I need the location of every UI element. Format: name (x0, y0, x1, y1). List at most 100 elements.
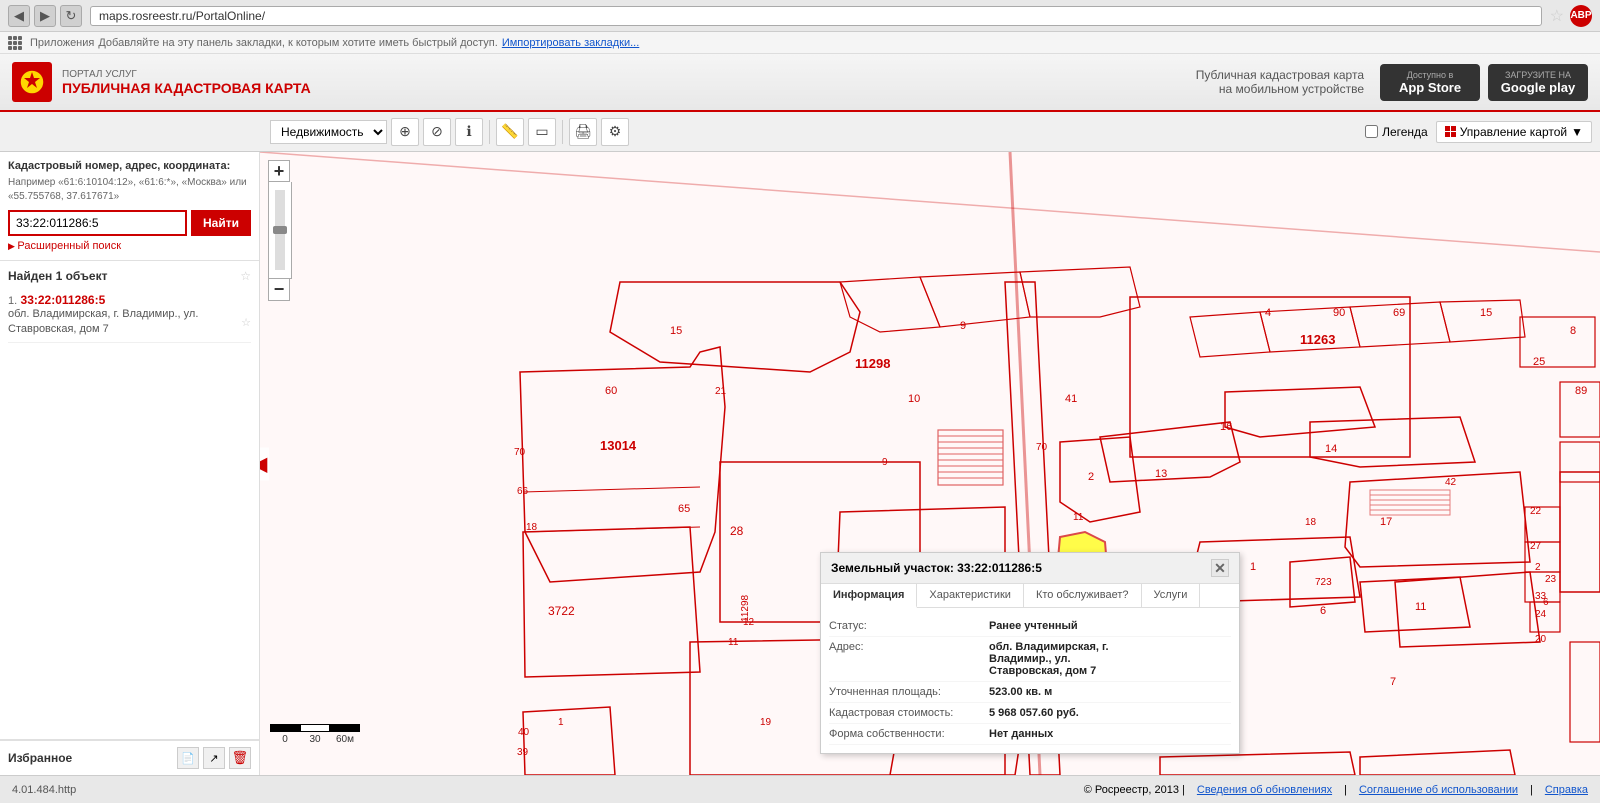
svg-text:9: 9 (882, 457, 888, 468)
status-sep-2: | (1530, 784, 1533, 796)
scale-line (270, 724, 360, 732)
favorites-delete-button[interactable]: 🗑 (229, 747, 251, 769)
result-address: обл. Владимирская, г. Владимир., ул.Став… (8, 307, 198, 338)
toolbar-separator-2 (562, 120, 563, 144)
svg-text:1: 1 (558, 717, 564, 728)
svg-text:15: 15 (670, 325, 682, 337)
browser-actions: ☆ ABP (1550, 5, 1592, 27)
zoom-thumb[interactable] (273, 226, 287, 234)
zoom-controls: + − (268, 160, 292, 301)
popup-close-button[interactable]: ✕ (1211, 559, 1229, 577)
area-button[interactable]: ▭ (528, 118, 556, 146)
ruler-button[interactable]: 📏 (496, 118, 524, 146)
svg-text:2: 2 (1088, 471, 1094, 483)
svg-text:6: 6 (1320, 605, 1326, 617)
popup-tab-services[interactable]: Услуги (1142, 584, 1201, 607)
manage-map-button[interactable]: Управление картой ▼ (1436, 121, 1592, 143)
result-link[interactable]: 33:22:011286:5 (21, 293, 106, 307)
header-right: Публичная кадастровая картана мобильном … (1196, 64, 1588, 101)
info-button[interactable]: ℹ (455, 118, 483, 146)
search-row: Найти (8, 210, 251, 236)
svg-text:10: 10 (908, 393, 920, 405)
manage-chevron-icon: ▼ (1571, 125, 1583, 139)
svg-text:25: 25 (1533, 356, 1545, 368)
favorites-add-button[interactable]: 📄 (177, 747, 199, 769)
advanced-search-link[interactable]: Расширенный поиск (8, 240, 251, 252)
agreement-link[interactable]: Соглашение об использовании (1359, 784, 1518, 796)
svg-text:11298: 11298 (855, 356, 890, 371)
googleplay-badge[interactable]: ЗАГРУЗИТЕ НА Google play (1488, 64, 1588, 101)
toolbar: Недвижимость ⊕ ⊘ ℹ 📏 ▭ 🖨 ⚙ Легенда Управ… (0, 112, 1600, 152)
zoom-track (275, 190, 285, 270)
popup-tab-service[interactable]: Кто обслуживает? (1024, 584, 1142, 607)
version-text: 4.01.484.http (12, 784, 76, 796)
settings-button[interactable]: ⚙ (601, 118, 629, 146)
result-number: 1. (8, 295, 17, 307)
address-bar[interactable] (90, 6, 1542, 26)
updates-link[interactable]: Сведения об обновлениях (1197, 784, 1332, 796)
search-button[interactable]: Найти (191, 210, 251, 236)
measure-button[interactable]: ⊘ (423, 118, 451, 146)
svg-text:11: 11 (1073, 512, 1084, 523)
svg-text:66: 66 (517, 486, 529, 497)
scale-label-60: 60м (330, 734, 360, 745)
appstore-badge[interactable]: Доступно в App Store (1380, 64, 1480, 101)
print-button[interactable]: 🖨 (569, 118, 597, 146)
search-input[interactable] (8, 210, 187, 236)
svg-text:13: 13 (1155, 468, 1167, 480)
svg-text:24: 24 (1535, 609, 1547, 620)
site-subtitle: ПОРТАЛ УСЛУГ (62, 69, 311, 80)
info-value-ownership: Нет данных (989, 728, 1053, 740)
favorites-export-button[interactable]: ↗ (203, 747, 225, 769)
bookmark-icon[interactable]: ☆ (1550, 6, 1564, 26)
popup-tab-characteristics[interactable]: Характеристики (917, 584, 1024, 607)
svg-text:11263: 11263 (1300, 332, 1335, 347)
favorites-actions: 📄 ↗ 🗑 (177, 747, 251, 769)
svg-text:27: 27 (1530, 541, 1542, 552)
results-star-icon[interactable]: ☆ (240, 269, 251, 283)
forward-button[interactable]: ▶ (34, 5, 56, 27)
scale-labels: 0 30 60м (270, 734, 360, 745)
info-row-status: Статус: Ранее учтенный (829, 616, 1231, 637)
pan-left-arrow[interactable]: ◀ (260, 447, 269, 480)
svg-text:23: 23 (1545, 574, 1557, 585)
info-value-address: обл. Владимирская, г.Владимир., ул.Ставр… (989, 641, 1109, 677)
toolbar-right: Легенда Управление картой ▼ (1365, 121, 1592, 143)
back-button[interactable]: ◀ (8, 5, 30, 27)
site-title-block: ПОРТАЛ УСЛУГ ПУБЛИЧНАЯ КАДАСТРОВАЯ КАРТА (62, 69, 311, 96)
browser-bar: ◀ ▶ ↻ ☆ ABP (0, 0, 1600, 32)
import-bookmarks-link[interactable]: Импортировать закладки... (502, 37, 639, 49)
apps-icon[interactable] (8, 36, 22, 50)
svg-text:69: 69 (1393, 307, 1405, 319)
svg-text:8: 8 (1570, 325, 1576, 337)
reload-button[interactable]: ↻ (60, 5, 82, 27)
identify-button[interactable]: ⊕ (391, 118, 419, 146)
apps-label: Приложения (30, 37, 94, 49)
result-star-icon[interactable]: ☆ (241, 316, 251, 329)
info-row-area: Уточненная площадь: 523.00 кв. м (829, 682, 1231, 703)
svg-text:89: 89 (1575, 385, 1587, 397)
googleplay-name: Google play (1501, 80, 1575, 95)
legend-checkbox-label[interactable]: Легенда (1365, 125, 1428, 139)
info-label-ownership: Форма собственности: (829, 728, 989, 740)
svg-text:13014: 13014 (600, 438, 637, 453)
status-right: © Росреестр, 2013 | Сведения об обновлен… (1084, 784, 1588, 796)
mobile-description: Публичная кадастровая картана мобильном … (1196, 68, 1364, 96)
site-header: ПОРТАЛ УСЛУГ ПУБЛИЧНАЯ КАДАСТРОВАЯ КАРТА… (0, 54, 1600, 112)
scale-label-0: 0 (270, 734, 300, 745)
favorites-label: Избранное (8, 751, 72, 765)
popup-tab-info[interactable]: Информация (821, 584, 917, 608)
map-area[interactable]: 11263 11298 13014 11286 11196 11194 3722… (260, 152, 1600, 775)
zoom-out-button[interactable]: − (268, 279, 290, 301)
zoom-in-button[interactable]: + (268, 160, 290, 182)
zoom-slider[interactable] (268, 182, 292, 279)
help-link[interactable]: Справка (1545, 784, 1588, 796)
svg-text:70: 70 (514, 447, 526, 458)
info-label-cost: Кадастровая стоимость: (829, 707, 989, 719)
info-value-area: 523.00 кв. м (989, 686, 1052, 698)
status-sep-1: | (1344, 784, 1347, 796)
property-type-select[interactable]: Недвижимость (270, 120, 387, 144)
toolbar-separator-1 (489, 120, 490, 144)
legend-checkbox[interactable] (1365, 125, 1378, 138)
svg-text:70: 70 (1036, 442, 1048, 453)
